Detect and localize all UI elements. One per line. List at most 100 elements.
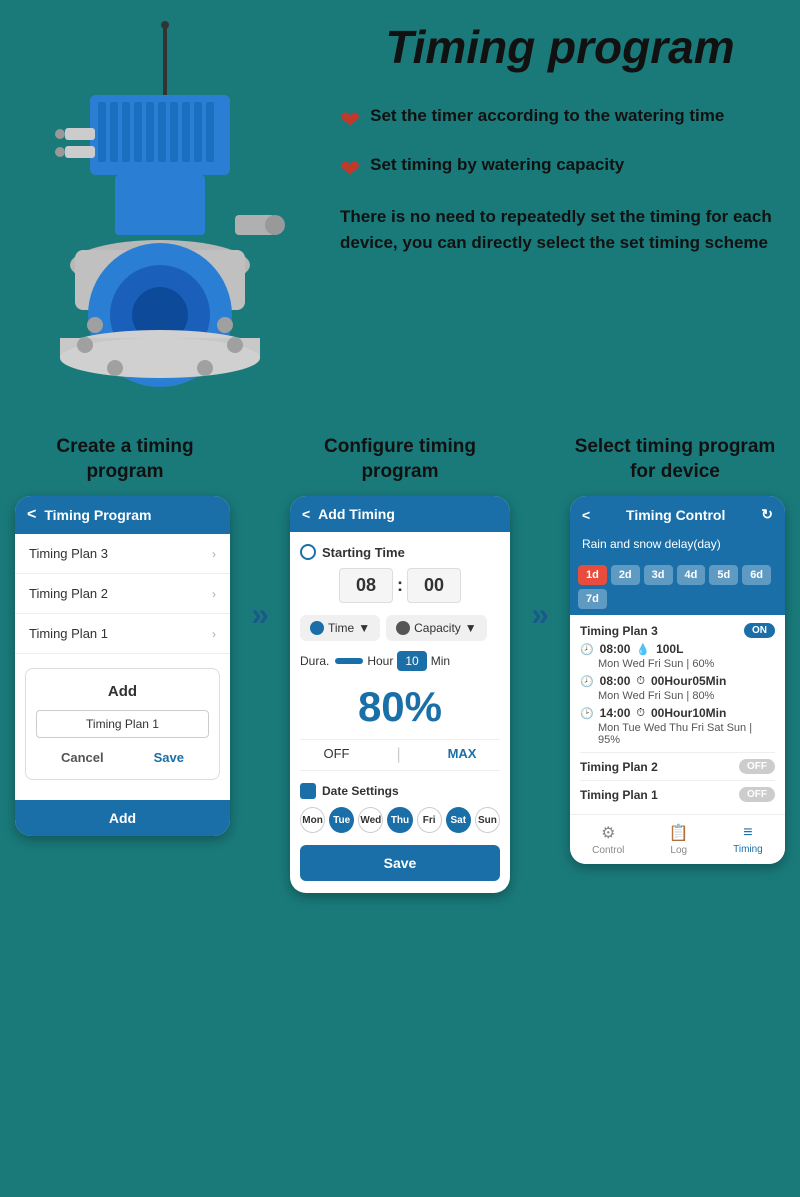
timing-icon: ≡ [743,824,752,842]
control-icon: ⚙ [601,823,615,843]
step-label-1: Create a timing program [20,435,230,484]
schedule-time-3: 14:00 [600,706,631,720]
phone1-header: < Timing Program [15,496,230,534]
refresh-icon[interactable]: ↻ [761,506,773,523]
cancel-button[interactable]: Cancel [61,750,104,765]
schedule-days-3: Mon Tue Wed Thu Fri Sat Sun | 95% [580,722,775,746]
top-section: Timing program ❤ Set the timer according… [0,0,800,425]
time-colon: : [397,575,403,596]
day-mon[interactable]: Mon [300,807,325,833]
clock-icon-1: 🕗 [580,643,594,656]
day-tue[interactable]: Tue [329,807,354,833]
duration-row: Dura. Hour 10 Min [300,651,500,671]
phone2-save-button[interactable]: Save [300,845,500,881]
timer-icon-2: ⏱ [636,675,645,688]
schedule-capacity-3: 00Hour10Min [651,706,726,720]
footer-log[interactable]: 📋 Log [669,823,689,856]
starting-time-label: Starting Time [300,544,500,560]
schedule-capacity-1: 100L [656,642,683,656]
delay-3d[interactable]: 3d [644,565,673,585]
plan3-toggle-row: Timing Plan 3 ON [580,623,775,638]
device-illustration [10,20,310,400]
schedule-days-1: Mon Wed Fri Sun | 60% [580,658,775,670]
plan-name-input[interactable]: Timing Plan 1 [36,710,209,738]
divider-2 [580,780,775,781]
save-button[interactable]: Save [154,750,184,765]
plan3-toggle[interactable]: ON [744,623,775,638]
clock-icon [300,544,316,560]
double-arrow-icon-1: » [251,596,269,633]
phone1-footer-add[interactable]: Add [15,800,230,836]
divider-pipe: | [396,746,400,764]
chevron-icon: › [212,627,216,641]
schedule-days-2: Mon Wed Fri Sun | 80% [580,690,775,702]
footer-control[interactable]: ⚙ Control [592,823,624,856]
timer-icon-3: ⏱ [636,707,645,720]
phone2-title: Add Timing [318,506,395,522]
day-sun[interactable]: Sun [475,807,500,833]
log-icon: 📋 [669,823,689,843]
phone-3: < Timing Control ↻ Rain and snow delay(d… [570,496,785,864]
plan-item-3[interactable]: Timing Plan 3 › [15,534,230,574]
plan1-name: Timing Plan 1 [580,788,658,802]
delay-2d[interactable]: 2d [611,565,640,585]
dura-label: Dura. [300,654,329,668]
chevron-icon: › [212,547,216,561]
feature-list: ❤ Set the timer according to the waterin… [340,104,780,184]
mode-time-btn[interactable]: Time ▼ [300,615,380,641]
phone2-header: < Add Timing [290,496,510,532]
day-thu[interactable]: Thu [387,807,412,833]
back-arrow-2[interactable]: < [302,506,310,522]
delay-days-row: 1d 2d 3d 4d 5d 6d 7d [570,559,785,615]
min-box[interactable]: 10 [397,651,426,671]
delay-5d[interactable]: 5d [709,565,738,585]
hour-label: Hour [367,654,393,668]
log-label: Log [670,845,687,856]
plan-item-2[interactable]: Timing Plan 2 › [15,574,230,614]
phone3-body: Timing Plan 3 ON 🕗 08:00 💧 100L Mon Wed … [570,615,785,814]
off-button[interactable]: OFF [323,746,349,764]
max-button[interactable]: MAX [448,746,477,764]
delay-6d[interactable]: 6d [742,565,771,585]
plan1-toggle[interactable]: OFF [739,787,775,802]
schedule-2: 🕗 08:00 ⏱ 00Hour05Min [580,674,775,688]
delay-7d[interactable]: 7d [578,589,607,609]
minute-box[interactable]: 00 [407,568,461,603]
phone3-title: Timing Control [626,507,725,523]
phone-1: < Timing Program Timing Plan 3 › Timing … [15,496,230,836]
phone1-body: Timing Plan 3 › Timing Plan 2 › Timing P… [15,534,230,780]
back-arrow-1[interactable]: < [27,506,36,524]
control-label: Control [592,845,624,856]
clock-icon-3: 🕑 [580,707,594,720]
delay-4d[interactable]: 4d [677,565,706,585]
phone3-footer: ⚙ Control 📋 Log ≡ Timing [570,814,785,864]
dura-box[interactable] [335,658,363,664]
delay-1d[interactable]: 1d [578,565,607,585]
page-title: Timing program [340,20,780,74]
day-sat[interactable]: Sat [446,807,471,833]
plan2-toggle[interactable]: OFF [739,759,775,774]
mode-row: Time ▼ Capacity ▼ [300,615,500,641]
phone3-header: < Timing Control ↻ [570,496,785,533]
mode-capacity-btn[interactable]: Capacity ▼ [386,615,487,641]
double-arrow-icon-2: » [531,596,549,633]
day-fri[interactable]: Fri [417,807,442,833]
footer-timing[interactable]: ≡ Timing [733,824,763,855]
time-row: 08 : 00 [300,568,500,603]
schedule-time-2: 08:00 [600,674,631,688]
hour-box[interactable]: 08 [339,568,393,603]
add-modal: Add Timing Plan 1 Cancel Save [25,668,220,780]
divider-1 [580,752,775,753]
feature-text-2: Set timing by watering capacity [370,153,624,177]
phone2-body: Starting Time 08 : 00 Time ▼ Capacity [290,532,510,893]
steps-row: Create a timing program Configure timing… [15,435,785,484]
time-icon [310,621,324,635]
schedule-1: 🕗 08:00 💧 100L [580,642,775,656]
plan-item-1[interactable]: Timing Plan 1 › [15,614,230,654]
day-wed[interactable]: Wed [358,807,383,833]
back-arrow-3[interactable]: < [582,507,590,523]
bottom-section: Create a timing program Configure timing… [0,425,800,913]
timing-label: Timing [733,844,763,855]
dropdown-arrow-2: ▼ [465,621,477,635]
off-max-row: OFF | MAX [300,739,500,771]
